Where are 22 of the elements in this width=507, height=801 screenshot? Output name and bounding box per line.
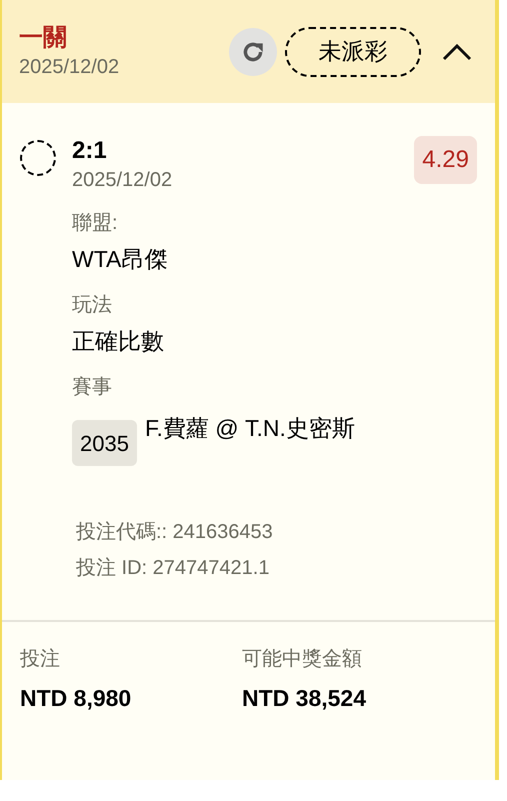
- detail-label: 玩法: [72, 293, 113, 318]
- bet-type-title: 一關: [19, 22, 68, 52]
- summary-amount: NTD 8,980: [20, 684, 132, 713]
- summary-label: 可能中獎金額: [242, 647, 363, 672]
- odds-badge: 4.29: [414, 136, 477, 184]
- event-name: F.費蘿 @ T.N.史密斯: [144, 414, 356, 443]
- detail-value: WTA昂傑: [72, 245, 168, 274]
- detail-label: 賽事: [72, 375, 113, 400]
- chevron-icon: [441, 42, 473, 62]
- selection-checkbox[interactable]: [20, 140, 56, 176]
- event-code: 2035: [72, 420, 137, 466]
- summary-label: 投注: [20, 647, 61, 672]
- summary-amount: NTD 38,524: [242, 684, 368, 713]
- detail-label: 聯盟:: [72, 211, 119, 236]
- selection-name: 2:1: [72, 136, 108, 166]
- bet-id: 投注 ID: 274747421.1: [76, 556, 270, 581]
- bet-code: 投注代碼:: 241636453: [76, 520, 274, 545]
- detail-value: 正確比數: [72, 327, 165, 356]
- selection-date: 2025/12/02: [72, 168, 174, 193]
- refresh-button[interactable]: [229, 28, 277, 76]
- status-badge: 未派彩: [285, 26, 421, 76]
- bet-date: 2025/12/02: [19, 54, 120, 80]
